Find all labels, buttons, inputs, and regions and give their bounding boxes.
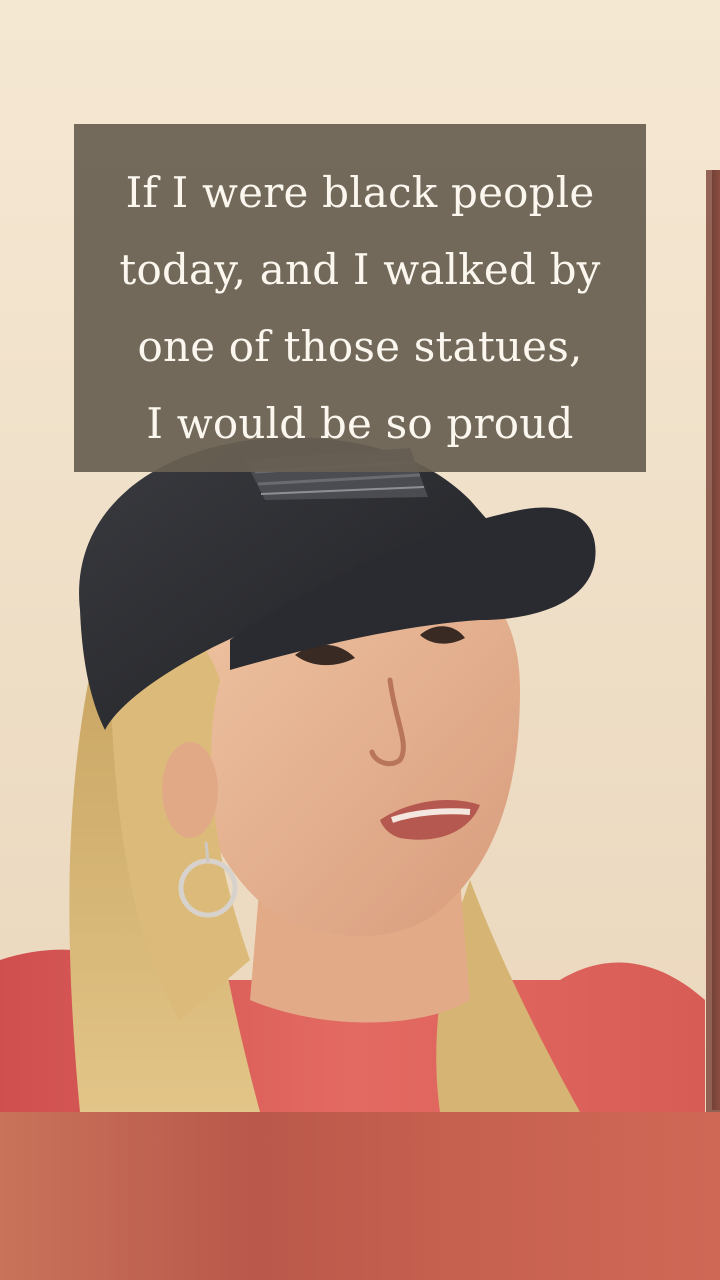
- bottom-color-band: [0, 1112, 720, 1280]
- video-frame: If I were black people today, and I walk…: [0, 0, 720, 1280]
- door-edge: [712, 170, 720, 1110]
- caption-line-1: If I were black people: [125, 168, 595, 217]
- caption-line-2: today, and I walked by: [119, 245, 601, 294]
- caption-line-3: one of those statues,: [137, 322, 583, 371]
- caption-line-4: I would be so proud: [146, 399, 574, 448]
- caption-box: If I were black people today, and I walk…: [74, 124, 646, 472]
- ear: [162, 742, 218, 838]
